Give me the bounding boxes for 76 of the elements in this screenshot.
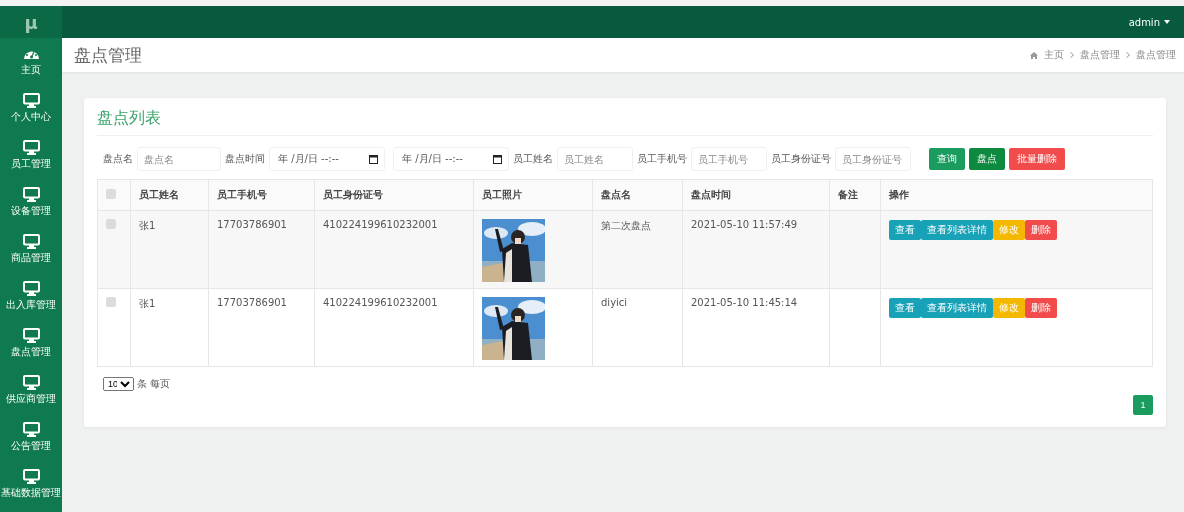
caret-icon bbox=[1164, 20, 1170, 24]
date-field[interactable]: 年 /月/日 --:-- bbox=[269, 147, 385, 171]
filter-label: 盘点时间 bbox=[225, 152, 265, 166]
page-size-select[interactable]: 10 bbox=[103, 377, 134, 391]
checkbox[interactable] bbox=[106, 219, 116, 229]
row-action-button[interactable]: 查看列表详情 bbox=[921, 298, 993, 318]
row-action-button[interactable]: 删除 bbox=[1025, 220, 1057, 240]
sidebar-item[interactable]: 供应商管理 bbox=[0, 367, 62, 414]
sidebar-item[interactable]: 主页 bbox=[0, 38, 62, 85]
table-cell: 2021-05-10 11:45:14 bbox=[691, 297, 798, 308]
row-action-button[interactable]: 查看 bbox=[889, 298, 921, 318]
column-header: 操作 bbox=[889, 189, 909, 200]
row-action-button[interactable]: 查看列表详情 bbox=[921, 220, 993, 240]
sidebar-item[interactable]: 基础数据管理 bbox=[0, 461, 62, 508]
column-header: 盘点时间 bbox=[691, 189, 731, 200]
monitor-icon bbox=[22, 422, 40, 437]
text-field[interactable]: 员工姓名 bbox=[557, 147, 633, 171]
sidebar-item[interactable]: 商品管理 bbox=[0, 226, 62, 273]
row-action-button[interactable]: 查看 bbox=[889, 220, 921, 240]
home-icon bbox=[1030, 51, 1038, 59]
sidebar-item[interactable]: 设备管理 bbox=[0, 179, 62, 226]
breadcrumb-item[interactable]: 盘点管理 bbox=[1080, 48, 1120, 62]
column-header: 员工照片 bbox=[482, 189, 522, 200]
table-cell: 410224199610232001 bbox=[323, 219, 438, 230]
card-title: 盘点列表 bbox=[97, 108, 1153, 136]
column-header: 盘点名 bbox=[601, 189, 631, 200]
filter-label: 员工姓名 bbox=[513, 152, 553, 166]
monitor-icon bbox=[22, 187, 40, 202]
table-cell: 张1 bbox=[139, 298, 156, 309]
calendar-icon bbox=[493, 154, 502, 164]
filter-label: 员工手机号 bbox=[637, 152, 687, 166]
sidebar-item[interactable]: 个人中心 bbox=[0, 85, 62, 132]
user-menu[interactable]: admin bbox=[1128, 16, 1170, 28]
chevron-icon bbox=[1126, 52, 1130, 58]
sidebar-item[interactable]: 盘点管理 bbox=[0, 320, 62, 367]
breadcrumb-item[interactable]: 主页 bbox=[1044, 48, 1064, 62]
filter-label: 盘点名 bbox=[103, 152, 133, 166]
calendar-icon bbox=[369, 154, 378, 164]
column-header: 员工手机号 bbox=[217, 189, 267, 200]
checkbox[interactable] bbox=[106, 189, 116, 199]
chevron-icon bbox=[1070, 52, 1074, 58]
monitor-icon bbox=[22, 375, 40, 390]
text-field[interactable]: 盘点名 bbox=[137, 147, 221, 171]
table-cell: 17703786901 bbox=[217, 219, 287, 230]
monitor-icon bbox=[22, 328, 40, 343]
page-size-label: 条 每页 bbox=[137, 377, 171, 391]
page-button[interactable]: 1 bbox=[1133, 395, 1153, 415]
filter-label: 员工身份证号 bbox=[771, 152, 831, 166]
column-header: 员工姓名 bbox=[139, 189, 179, 200]
sidebar-item[interactable]: 出入库管理 bbox=[0, 273, 62, 320]
table-cell: 张1 bbox=[139, 220, 156, 231]
breadcrumb-item: 盘点管理 bbox=[1136, 48, 1176, 62]
table-cell: diyici bbox=[601, 297, 628, 308]
row-action-button[interactable]: 删除 bbox=[1025, 298, 1057, 318]
monitor-icon bbox=[22, 469, 40, 484]
date-field[interactable]: 年 /月/日 --:-- bbox=[393, 147, 509, 171]
logo: μ bbox=[0, 6, 62, 38]
checkbox[interactable] bbox=[106, 297, 116, 307]
sidebar-item[interactable]: 员工管理 bbox=[0, 132, 62, 179]
column-header: 备注 bbox=[838, 189, 858, 200]
page-title: 盘点管理 bbox=[74, 43, 142, 67]
text-field[interactable]: 员工身份证号 bbox=[835, 147, 911, 171]
action-button[interactable]: 查询 bbox=[929, 148, 965, 170]
monitor-icon bbox=[22, 234, 40, 249]
sidebar-item[interactable]: 公告管理 bbox=[0, 414, 62, 461]
column-header: 员工身份证号 bbox=[323, 189, 383, 200]
table-cell: 2021-05-10 11:57:49 bbox=[691, 219, 798, 230]
monitor-icon bbox=[22, 140, 40, 155]
monitor-icon bbox=[22, 281, 40, 296]
action-button[interactable]: 批量删除 bbox=[1009, 148, 1065, 170]
monitor-icon bbox=[22, 93, 40, 108]
table-cell: 410224199610232001 bbox=[323, 297, 438, 308]
table-cell: 17703786901 bbox=[217, 297, 287, 308]
text-field[interactable]: 员工手机号 bbox=[691, 147, 767, 171]
action-button[interactable]: 盘点 bbox=[969, 148, 1005, 170]
table-cell: 第二次盘点 bbox=[601, 220, 651, 231]
